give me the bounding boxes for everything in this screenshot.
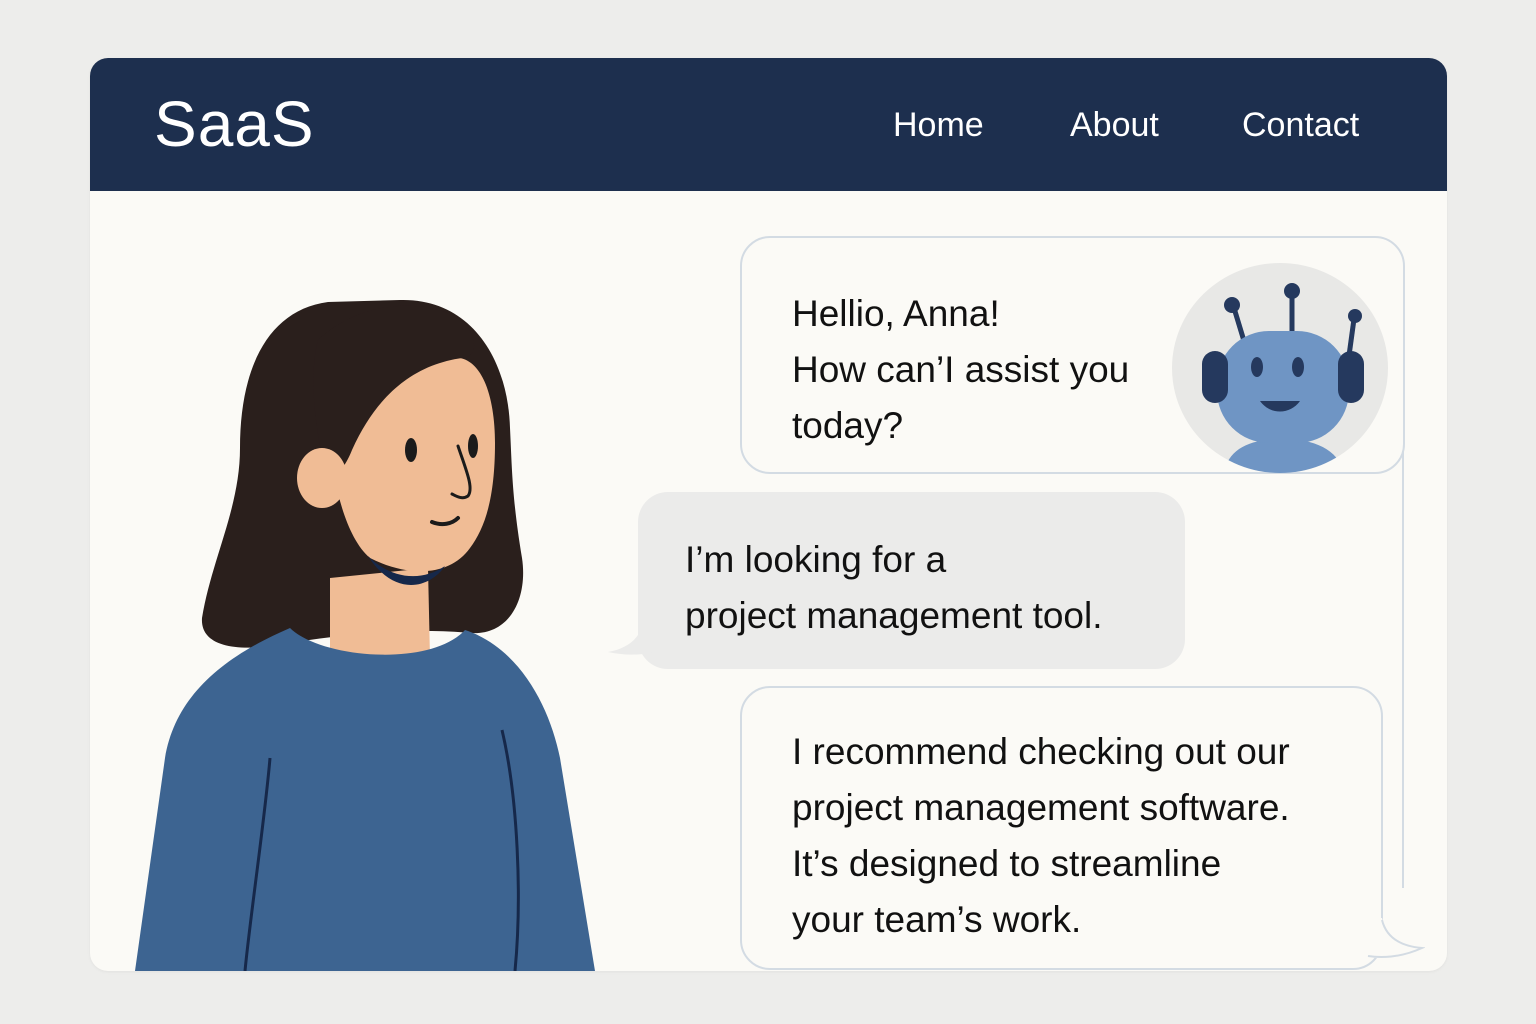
message-line: your team’s work. xyxy=(792,899,1082,940)
nav-link-contact[interactable]: Contact xyxy=(1242,108,1359,142)
message-line: project management software. xyxy=(792,787,1290,828)
app-window: SaaS Home About Contact Hellio, Anna! Ho… xyxy=(90,58,1447,971)
woman-illustration xyxy=(135,299,595,971)
bot-message-bubble: I recommend checking out our project man… xyxy=(740,686,1383,970)
bot-avatar xyxy=(1172,263,1388,473)
message-line: project management tool. xyxy=(685,595,1103,636)
message-line: I recommend checking out our xyxy=(792,731,1290,772)
message-line: I’m looking for a xyxy=(685,539,947,580)
user-message-bubble: I’m looking for a project management too… xyxy=(638,492,1185,669)
nav-link-home[interactable]: Home xyxy=(893,108,984,142)
user-bubble-tail xyxy=(608,618,668,655)
robot-icon xyxy=(1202,283,1364,473)
bot-bubble-tail xyxy=(1360,918,1425,958)
nav-link-about[interactable]: About xyxy=(1070,108,1159,142)
message-line: It’s designed to streamline xyxy=(792,843,1222,884)
